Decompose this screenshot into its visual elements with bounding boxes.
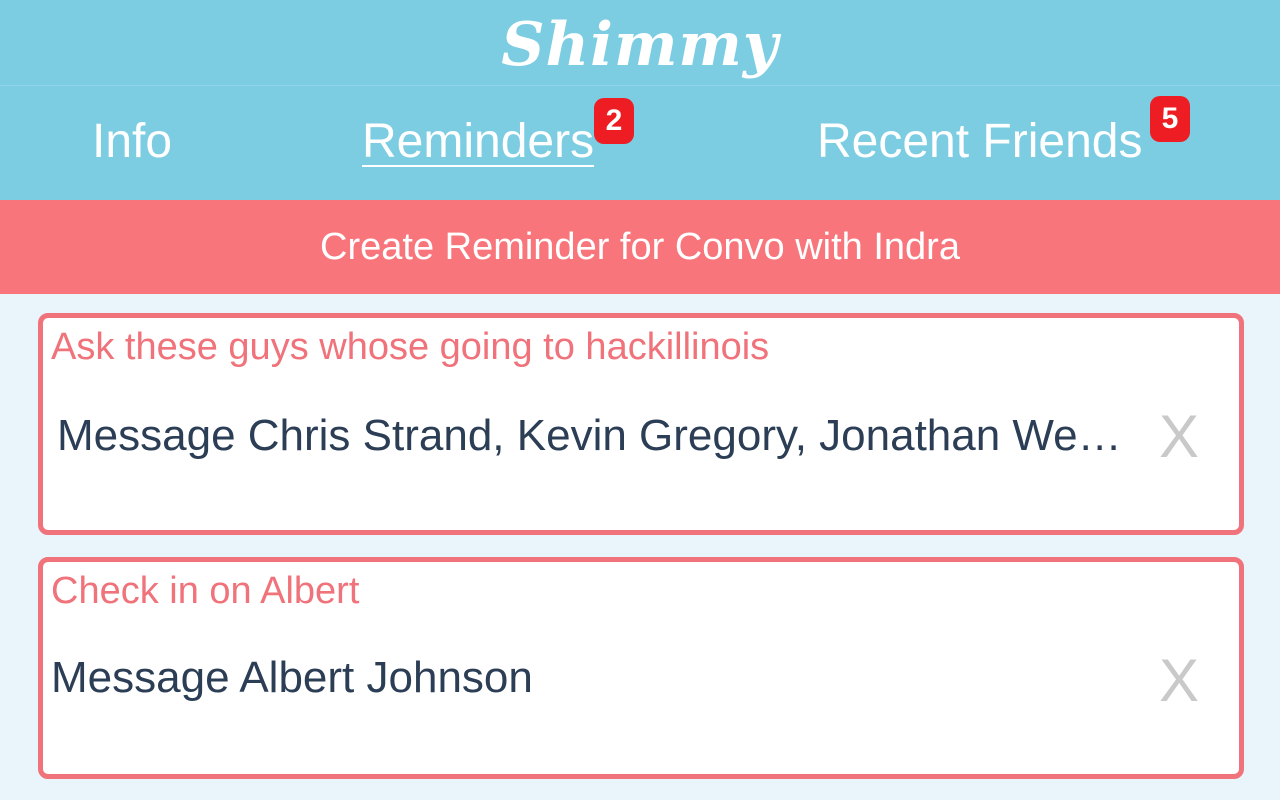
app-header: Shimmy Info Reminders 2 Recent Friends 5 xyxy=(0,0,1280,200)
recent-friends-count-badge: 5 xyxy=(1150,96,1190,142)
tab-reminders-label: Reminders xyxy=(362,115,595,168)
tab-recent-friends[interactable]: Recent Friends xyxy=(817,110,1142,174)
reminder-title: Check in on Albert xyxy=(51,570,360,612)
reminder-message: Message Albert Johnson xyxy=(51,653,533,702)
close-icon[interactable]: X xyxy=(1159,402,1199,472)
tab-info-label: Info xyxy=(92,115,173,168)
close-icon[interactable]: X xyxy=(1159,646,1199,716)
create-reminder-button[interactable]: Create Reminder for Convo with Indra xyxy=(0,200,1280,294)
reminder-message: Message Chris Strand, Kevin Gregory, Jon… xyxy=(57,411,1137,460)
reminder-card[interactable]: Check in on Albert Message Albert Johnso… xyxy=(38,557,1244,779)
tab-reminders[interactable]: Reminders xyxy=(362,110,594,174)
tab-recent-friends-label: Recent Friends xyxy=(817,115,1143,168)
app-logo: Shimmy xyxy=(0,0,1280,86)
reminders-count-badge: 2 xyxy=(594,98,634,144)
reminder-card[interactable]: Ask these guys whose going to hackillino… xyxy=(38,313,1244,535)
reminder-title: Ask these guys whose going to hackillino… xyxy=(51,326,770,368)
tab-info[interactable]: Info xyxy=(92,110,172,174)
